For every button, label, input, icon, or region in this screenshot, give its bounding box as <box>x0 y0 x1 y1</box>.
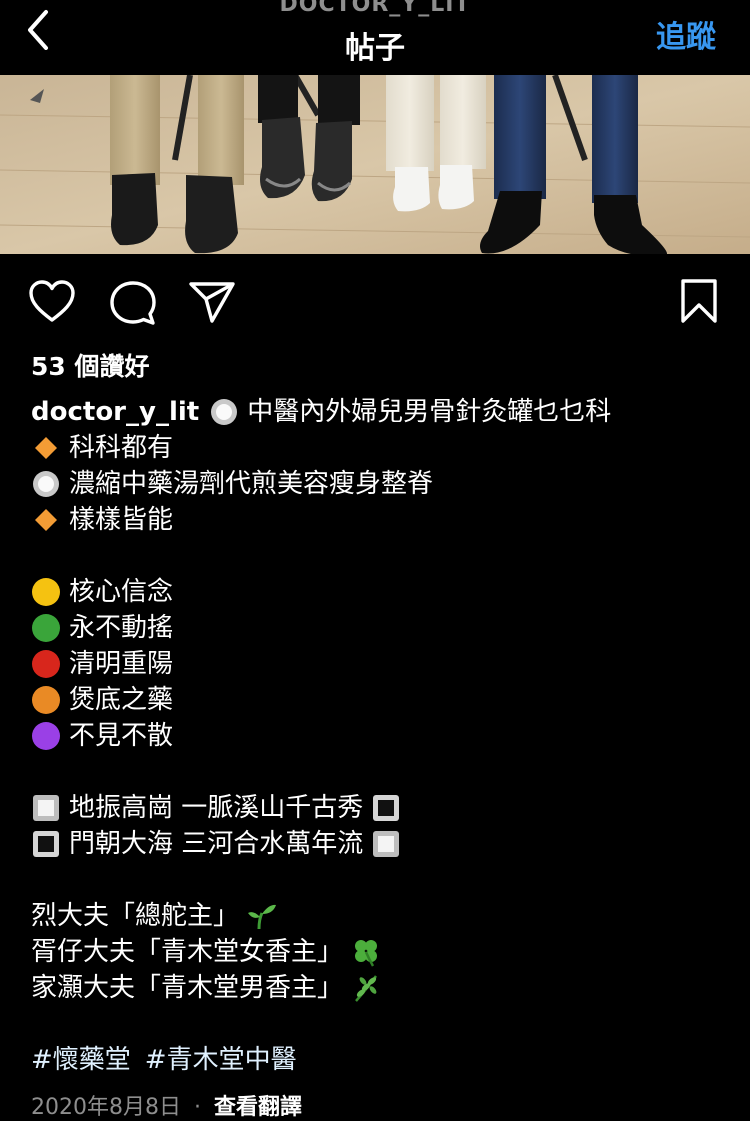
post-image[interactable] <box>0 75 750 254</box>
caption-line: 清明重陽 <box>69 649 174 679</box>
caption-line: 中醫內外婦兒男骨針灸罐乜乜科 <box>247 397 612 427</box>
yellow-circle-icon <box>31 577 61 607</box>
caption-line: 地振高崗 一脈溪山千古秀 <box>69 793 364 823</box>
caption-line: 濃縮中藥湯劑代煎美容瘦身整脊 <box>69 469 434 499</box>
herb-icon <box>351 973 381 1003</box>
save-button[interactable] <box>680 278 718 328</box>
account-name: DOCTOR_Y_LIT <box>279 0 471 17</box>
post-meta: 2020年8月8日 · 查看翻譯 <box>31 1089 302 1121</box>
caption-line: 核心信念 <box>69 577 174 607</box>
post-photo-illustration <box>0 75 750 254</box>
caption-line: 家灝大夫「青木堂男香主」 <box>31 973 344 1003</box>
caption-username[interactable]: doctor_y_lit <box>31 394 199 430</box>
caption-line: 門朝大海 三河合水萬年流 <box>69 829 364 859</box>
post-caption: doctor_y_lit 中醫內外婦兒男骨針灸罐乜乜科 科科都有 濃縮中藥湯劑代… <box>31 394 731 1078</box>
caption-line: 胥仔大夫「青木堂女香主」 <box>31 937 344 967</box>
seedling-icon <box>247 901 277 931</box>
paper-plane-icon <box>189 282 235 323</box>
post-date: 2020年8月8日 <box>31 1095 181 1120</box>
white-square-icon <box>31 793 61 823</box>
white-square-icon <box>371 829 401 859</box>
hashtag-link[interactable]: #青木堂中醫 <box>145 1042 297 1078</box>
white-circle-icon <box>31 469 61 499</box>
heart-icon <box>29 280 75 322</box>
comment-bubble-icon <box>110 281 156 325</box>
orange-circle-icon <box>31 685 61 715</box>
white-circle-icon <box>209 397 239 427</box>
follow-button[interactable]: 追蹤 <box>656 12 716 56</box>
top-nav-bar: DOCTOR_Y_LIT 帖子 追蹤 <box>0 0 750 75</box>
meta-separator: · <box>193 1095 201 1120</box>
orange-diamond-icon <box>31 505 61 535</box>
page-title: 帖子 <box>345 31 405 66</box>
likes-count[interactable]: 53 個讚好 <box>31 347 150 383</box>
black-square-icon <box>371 793 401 823</box>
purple-circle-icon <box>31 721 61 751</box>
caption-line: 永不動搖 <box>69 613 174 643</box>
bookmark-icon <box>681 279 717 323</box>
share-button[interactable] <box>188 280 236 328</box>
like-button[interactable] <box>28 280 76 328</box>
green-circle-icon <box>31 613 61 643</box>
caption-line: 煲底之藥 <box>69 685 174 715</box>
caption-line: 不見不散 <box>69 721 174 751</box>
caption-line: 樣樣皆能 <box>69 505 174 535</box>
orange-diamond-icon <box>31 433 61 463</box>
black-square-icon <box>31 829 61 859</box>
hashtag-link[interactable]: #懷藥堂 <box>31 1042 131 1078</box>
red-circle-icon <box>31 649 61 679</box>
four-leaf-clover-icon <box>351 937 381 967</box>
post-actions-bar <box>0 272 750 332</box>
see-translation-link[interactable]: 查看翻譯 <box>214 1095 302 1120</box>
caption-line: 烈大夫「總舵主」 <box>31 901 240 931</box>
caption-line: 科科都有 <box>69 433 174 463</box>
comment-button[interactable] <box>110 280 156 330</box>
